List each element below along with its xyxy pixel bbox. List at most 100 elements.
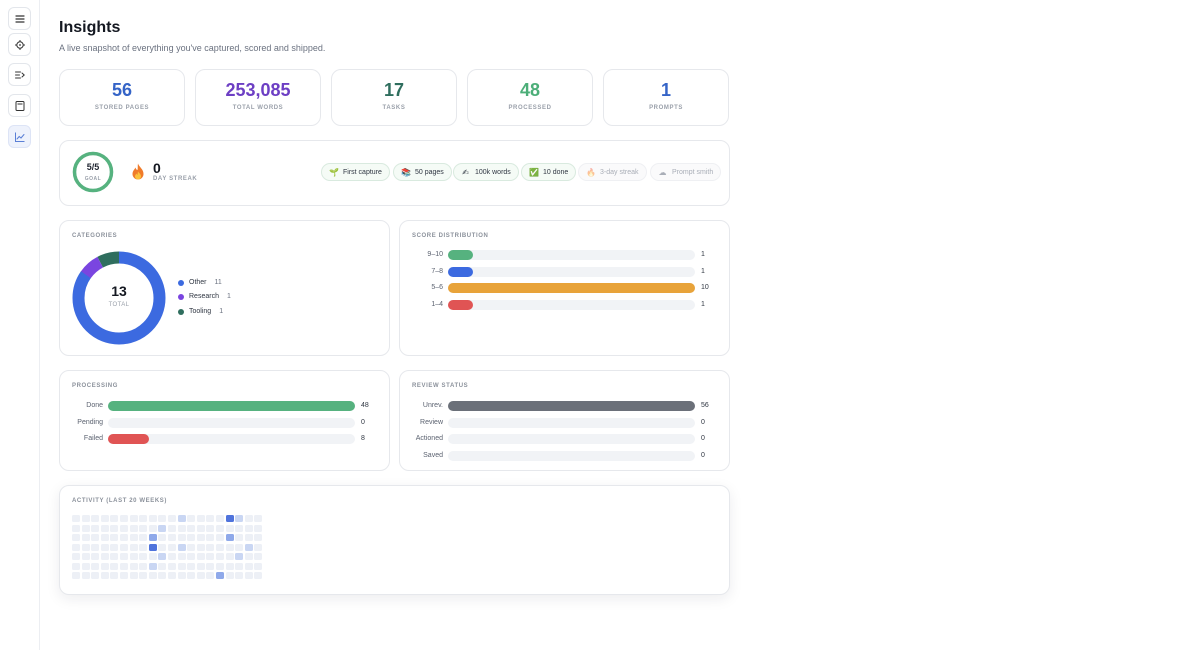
heatmap-cell: [129, 553, 138, 560]
heatmap-cell: [139, 524, 148, 532]
heatmap-cell: [129, 543, 138, 551]
heatmap-cell: [100, 524, 109, 532]
heatmap-cell: [235, 515, 244, 522]
stat-label: STORED PAGES: [94, 105, 150, 111]
heatmap-cell: [139, 543, 148, 551]
heatmap-cell: [196, 515, 205, 522]
heatmap-cell: [235, 562, 244, 570]
heatmap-cell: [244, 515, 253, 522]
bar-value: 10: [701, 284, 709, 291]
heatmap-cell: [167, 515, 176, 522]
heatmap-cell: [72, 534, 80, 541]
heatmap-cell: [81, 553, 90, 560]
stat-value: 56: [111, 80, 133, 100]
legend-label: Other: [189, 279, 207, 286]
heatmap-cell: [254, 515, 263, 522]
heatmap-cell: [119, 572, 128, 579]
heatmap-cell: [148, 562, 157, 570]
bar-track: [448, 434, 695, 444]
heatmap-cell: [148, 572, 157, 579]
bar-track: [448, 250, 695, 260]
bar-track: [448, 299, 695, 310]
goal-value: 5/5: [86, 162, 100, 172]
score-distribution-card: SCORE DISTRIBUTION 9–10 1 7–8 1 5–6 10 1–4 1: [399, 220, 730, 356]
heatmap-cell: [215, 572, 224, 579]
bar-label: 5–6: [431, 284, 443, 291]
bar-fill: [448, 401, 695, 411]
heatmap-cell: [206, 572, 215, 579]
heatmap-cell: [196, 572, 205, 579]
chart-line-icon: [14, 132, 24, 142]
heatmap-cell: [177, 553, 186, 560]
heatmap-cell: [81, 515, 90, 522]
heatmap-cell: [196, 524, 205, 532]
stat-card-total-words: 253,085 TOTAL WORDS: [195, 69, 321, 126]
heatmap-cell: [244, 534, 253, 541]
heatmap-cell: [225, 553, 234, 560]
heatmap-cell: [100, 562, 109, 570]
capture-nav-button[interactable]: [8, 33, 31, 56]
heatmap-cell: [196, 553, 205, 560]
queue-nav-button[interactable]: [8, 63, 31, 86]
heatmap-cell: [167, 524, 176, 532]
heatmap-cell: [110, 543, 119, 551]
heatmap-cell: [177, 562, 186, 570]
heatmap-cell: [139, 562, 148, 570]
heatmap-cell: [100, 553, 109, 560]
bar-label: 7–8: [431, 267, 443, 275]
bar-label: Done: [86, 402, 103, 409]
heatmap-cell: [129, 572, 138, 579]
heatmap-cell: [225, 572, 234, 579]
section-title: ACTIVITY (LAST 20 WEEKS): [72, 498, 167, 504]
bar-value: 1: [701, 300, 705, 308]
goal-label: GOAL: [84, 176, 102, 182]
heatmap-cell: [235, 572, 244, 579]
heatmap-cell: [158, 562, 167, 570]
heatmap-cell: [91, 543, 100, 551]
heatmap-cell: [72, 524, 80, 532]
heatmap-cell: [215, 562, 224, 570]
bar-value: 1: [701, 267, 705, 275]
heatmap-cell: [206, 543, 215, 551]
badge-50-pages: 📚 50 pages: [393, 163, 452, 181]
heatmap-cell: [235, 534, 244, 541]
heatmap-cell: [110, 534, 119, 541]
heatmap-cell: [91, 534, 100, 541]
heatmap-cell: [254, 553, 263, 560]
badge-first-capture: 🌱 First capture: [321, 163, 390, 181]
menu-button[interactable]: [8, 7, 31, 30]
heatmap-cell: [167, 553, 176, 560]
heatmap-cell: [139, 553, 148, 560]
stat-value: 17: [383, 80, 405, 100]
heatmap-cell: [139, 534, 148, 541]
heatmap-cell: [81, 562, 90, 570]
heatmap-cell: [254, 562, 263, 570]
heatmap-cell: [225, 524, 234, 532]
heatmap-cell: [158, 572, 167, 579]
legend-label: Research: [189, 293, 219, 300]
section-title: PROCESSING: [72, 383, 119, 389]
cloud-icon: ☁: [658, 167, 667, 177]
bar-label: Actioned: [415, 435, 443, 442]
heatmap-cell: [110, 562, 119, 570]
heatmap-cell: [167, 534, 176, 541]
bar-track: [448, 417, 695, 428]
stat-value: 48: [519, 80, 541, 100]
insights-nav-button[interactable]: [8, 125, 31, 148]
bar-value: 0: [701, 451, 705, 459]
heatmap-cell: [72, 572, 80, 579]
heatmap-cell: [158, 515, 167, 522]
activity-heatmap: [72, 515, 263, 579]
stat-card-prompts: 1 PROMPTS: [603, 69, 729, 126]
seedling-icon: 🌱: [329, 167, 339, 177]
heatmap-cell: [72, 543, 80, 551]
legend-dot: [178, 308, 184, 315]
heatmap-cell: [244, 553, 253, 560]
sidebar: [0, 0, 40, 650]
heatmap-cell: [235, 553, 244, 560]
notes-nav-button[interactable]: [8, 94, 31, 117]
heatmap-cell: [225, 562, 234, 570]
bar-value: 1: [701, 251, 705, 258]
heatmap-cell: [215, 553, 224, 560]
heatmap-cell: [254, 524, 263, 532]
